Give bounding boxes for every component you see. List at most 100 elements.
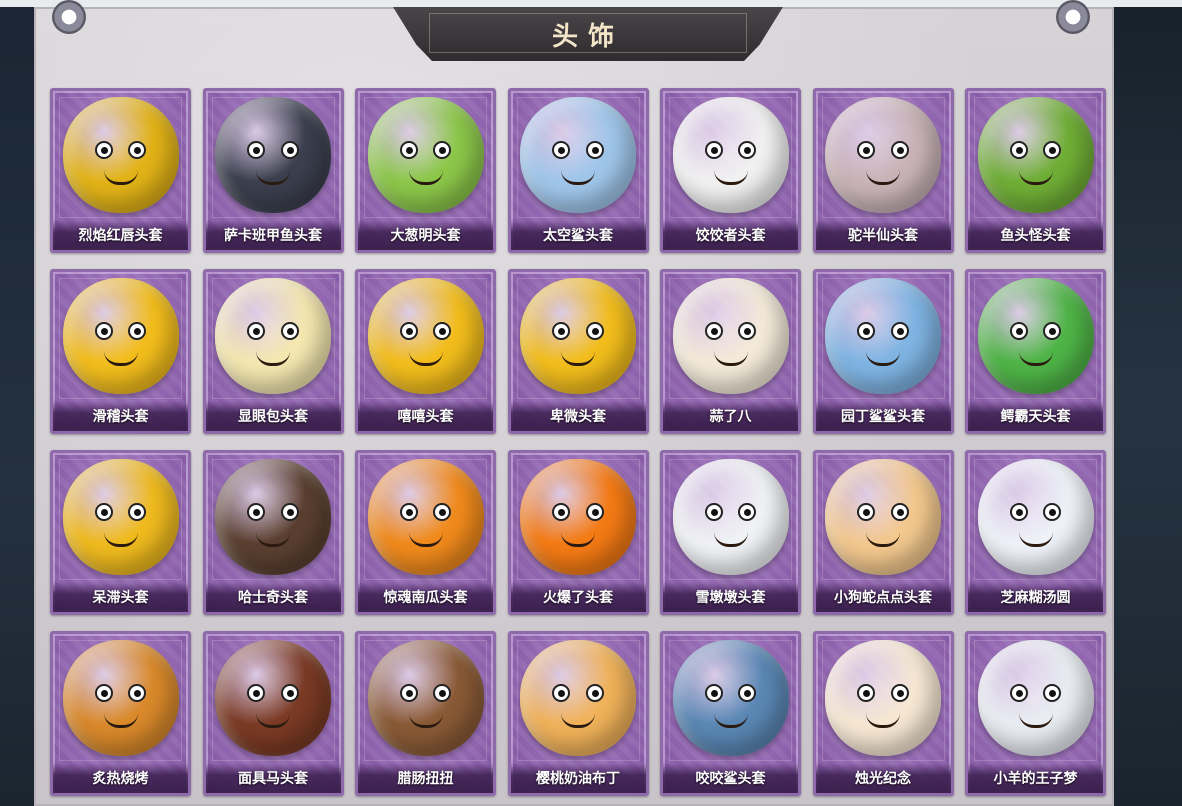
eye (704, 141, 723, 160)
card-label: 小狗蛇点点头套 (834, 590, 932, 606)
headwear-card[interactable]: 火爆了头套 (507, 450, 649, 615)
headwear-card[interactable]: 雪墩墩头套 (660, 450, 801, 615)
eye (128, 322, 147, 341)
shy-emoji-head-icon (520, 278, 636, 394)
card-label-bar: 太空鲨头套 (510, 220, 646, 250)
headwear-card[interactable]: 芝麻糊汤圆 (965, 450, 1106, 615)
headwear-card[interactable]: 驼半仙头套 (812, 88, 954, 253)
headwear-card[interactable]: 咬咬鲨头套 (660, 631, 801, 796)
headwear-card[interactable]: 鱼头怪头套 (965, 88, 1106, 253)
card-label-bar: 烈焰红唇头套 (53, 220, 188, 250)
mouth (713, 532, 748, 548)
card-label: 烛光纪念 (855, 771, 911, 787)
corner-ornament-left-icon (52, 0, 86, 34)
card-label-bar: 卑微头套 (510, 401, 646, 431)
headwear-card[interactable]: 饺饺者头套 (660, 88, 801, 253)
card-label-bar: 雪墩墩头套 (663, 582, 798, 612)
headwear-card[interactable]: 蒜了八 (660, 269, 801, 434)
card-label: 太空鲨头套 (543, 228, 613, 244)
headwear-card[interactable]: 小羊的王子梦 (965, 631, 1106, 796)
eye (247, 141, 266, 160)
background-right (1112, 0, 1182, 806)
eye (857, 322, 876, 341)
sheep-crown-head-icon (977, 640, 1094, 756)
card-label-bar: 呆滞头套 (53, 582, 188, 612)
mouth (713, 351, 748, 367)
card-label: 显眼包头套 (238, 409, 308, 425)
headwear-card[interactable]: 大葱明头套 (355, 88, 496, 253)
top-strip (0, 0, 1182, 7)
headwear-card[interactable]: 小狗蛇点点头套 (812, 450, 954, 615)
eye (585, 141, 604, 160)
eye (738, 684, 757, 703)
mouth (256, 351, 290, 367)
eye (128, 503, 147, 522)
headwear-card[interactable]: 炙热烧烤 (50, 631, 191, 796)
eye (94, 141, 113, 160)
card-label: 雪墩墩头套 (695, 590, 766, 606)
eye (1009, 503, 1028, 522)
mouth (561, 351, 595, 367)
eye (280, 322, 299, 341)
headwear-card[interactable]: 萨卡班甲鱼头套 (202, 88, 344, 253)
eye (94, 684, 113, 703)
card-label-bar: 小羊的王子梦 (968, 763, 1103, 793)
mouth (866, 532, 900, 548)
card-label-bar: 炙热烧烤 (53, 763, 188, 793)
background-left (0, 0, 34, 806)
card-label: 嘻嘻头套 (397, 409, 454, 425)
eye (738, 322, 757, 341)
biting-shark-head-icon (672, 640, 789, 756)
page-title: 头饰 (551, 21, 624, 52)
eye (1043, 141, 1062, 160)
headwear-card[interactable]: 嘻嘻头套 (355, 269, 496, 434)
headwear-card[interactable]: 鳄霸天头套 (965, 269, 1106, 434)
headwear-card[interactable]: 樱桃奶油布丁 (507, 631, 649, 796)
headwear-card[interactable]: 显眼包头套 (202, 269, 344, 434)
mouth (408, 170, 443, 186)
corner-ornament-right-icon (1056, 0, 1090, 34)
eye (585, 503, 604, 522)
headwear-card[interactable]: 太空鲨头套 (507, 88, 649, 253)
crocodile-head-icon (977, 278, 1094, 394)
cherry-pudding-head-icon (520, 640, 636, 756)
card-label-bar: 饺饺者头套 (663, 220, 798, 250)
eye (857, 503, 876, 522)
headwear-card[interactable]: 烛光纪念 (812, 631, 954, 796)
headwear-card[interactable]: 惊魂南瓜头套 (355, 450, 496, 615)
eye (433, 684, 452, 703)
card-label-bar: 面具马头套 (205, 763, 341, 793)
mouth (103, 351, 138, 367)
eye (890, 503, 909, 522)
eye (280, 141, 299, 160)
headwear-card[interactable]: 烈焰红唇头套 (50, 88, 191, 253)
eye (433, 503, 452, 522)
headwear-card[interactable]: 呆滞头套 (50, 450, 191, 615)
headwear-card[interactable]: 哈士奇头套 (202, 450, 344, 615)
headwear-card[interactable]: 腊肠扭扭 (355, 631, 496, 796)
eye (552, 322, 571, 341)
eye (1009, 322, 1028, 341)
card-label: 面具马头套 (238, 771, 308, 787)
eye (857, 684, 876, 703)
mouth (1018, 351, 1053, 367)
headwear-card[interactable]: 卑微头套 (507, 269, 649, 434)
card-label: 滑稽头套 (92, 409, 149, 425)
card-label: 烈焰红唇头套 (78, 228, 163, 244)
headwear-card[interactable]: 滑稽头套 (50, 269, 191, 434)
card-label-bar: 显眼包头套 (205, 401, 341, 431)
eye (704, 322, 723, 341)
mouth (561, 170, 595, 186)
card-label: 惊魂南瓜头套 (383, 590, 468, 606)
card-label: 炙热烧烤 (92, 771, 149, 787)
eye (94, 322, 113, 341)
fire-head-icon (520, 459, 636, 575)
card-label: 小羊的王子梦 (993, 771, 1078, 787)
card-label-bar: 鱼头怪头套 (968, 220, 1103, 250)
headwear-card[interactable]: 园丁鲨鲨头套 (812, 269, 954, 434)
card-label: 芝麻糊汤圆 (1000, 590, 1071, 606)
headwear-card[interactable]: 面具马头套 (202, 631, 344, 796)
eye (1009, 141, 1028, 160)
sausage-dog-head-icon (367, 640, 484, 756)
card-label: 卑微头套 (550, 409, 606, 425)
